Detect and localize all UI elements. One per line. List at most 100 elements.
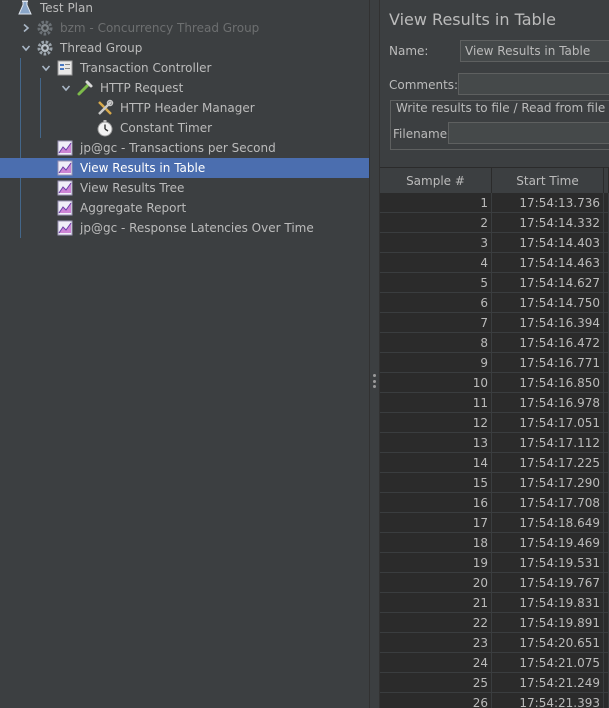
table-row[interactable]: 18 17:54:19.469: [380, 533, 609, 553]
table-row[interactable]: 7 17:54:16.394: [380, 313, 609, 333]
sample-number-cell: 23: [380, 633, 492, 653]
start-time-cell: 17:54:19.531: [492, 553, 604, 573]
table-row[interactable]: 14 17:54:17.225: [380, 453, 609, 473]
start-time-cell: 17:54:16.850: [492, 373, 604, 393]
chevron-right-icon[interactable]: [20, 18, 32, 38]
column-header-next[interactable]: [604, 168, 609, 193]
next-column-cell: [604, 313, 609, 333]
tree-item-label: Transaction Controller: [80, 61, 212, 75]
stopwatch-icon: [96, 119, 114, 137]
start-time-cell: 17:54:13.736: [492, 193, 604, 213]
table-row[interactable]: 17 17:54:18.649: [380, 513, 609, 533]
tree-item[interactable]: HTTP Request: [0, 78, 369, 98]
tree-item-label: HTTP Header Manager: [120, 101, 255, 115]
next-column-cell: [604, 653, 609, 673]
table-row[interactable]: 15 17:54:17.290: [380, 473, 609, 493]
wrench-screwdriver-icon: [96, 99, 114, 117]
table-row[interactable]: 8 17:54:16.472: [380, 333, 609, 353]
sample-number-cell: 22: [380, 613, 492, 633]
start-time-cell: 17:54:14.332: [492, 213, 604, 233]
table-row[interactable]: 5 17:54:14.627: [380, 273, 609, 293]
chevron-down-icon[interactable]: [20, 38, 32, 58]
tree-item[interactable]: Aggregate Report: [0, 198, 369, 218]
next-column-cell: [604, 413, 609, 433]
split-pane-divider[interactable]: [369, 0, 380, 708]
graph-listener-icon: [56, 139, 74, 157]
table-row[interactable]: 25 17:54:21.249: [380, 673, 609, 693]
start-time-cell: 17:54:16.394: [492, 313, 604, 333]
table-row[interactable]: 20 17:54:19.767: [380, 573, 609, 593]
next-column-cell: [604, 473, 609, 493]
sample-number-cell: 15: [380, 473, 492, 493]
next-column-cell: [604, 593, 609, 613]
tree-item[interactable]: jp@gc - Transactions per Second: [0, 138, 369, 158]
test-plan-tree[interactable]: Test Plan bzm - Concurrency Thread Group T…: [0, 0, 369, 708]
next-column-cell: [604, 493, 609, 513]
tree-item[interactable]: Constant Timer: [0, 118, 369, 138]
comments-input[interactable]: [458, 73, 609, 95]
tree-item-label: Thread Group: [60, 41, 143, 55]
tree-item-label: jp@gc - Transactions per Second: [80, 141, 276, 155]
column-header-start-time[interactable]: Start Time: [492, 168, 604, 193]
tree-item[interactable]: Test Plan: [0, 0, 369, 18]
column-header-sample[interactable]: Sample #: [380, 168, 492, 193]
tree-item[interactable]: bzm - Concurrency Thread Group: [0, 18, 369, 38]
next-column-cell: [604, 373, 609, 393]
next-column-cell: [604, 453, 609, 473]
chevron-down-icon[interactable]: [40, 58, 52, 78]
table-row[interactable]: 21 17:54:19.831: [380, 593, 609, 613]
table-header: Sample # Start Time: [380, 167, 609, 194]
tree-item[interactable]: jp@gc - Response Latencies Over Time: [0, 218, 369, 238]
table-row[interactable]: 26 17:54:21.393: [380, 693, 609, 708]
table-row[interactable]: 10 17:54:16.850: [380, 373, 609, 393]
tree-item-label: View Results in Table: [80, 161, 206, 175]
next-column-cell: [604, 573, 609, 593]
table-row[interactable]: 24 17:54:21.075: [380, 653, 609, 673]
start-time-cell: 17:54:19.767: [492, 573, 604, 593]
controller-icon: [56, 59, 74, 77]
next-column-cell: [604, 513, 609, 533]
panel-title: View Results in Table: [389, 10, 556, 29]
table-row[interactable]: 23 17:54:20.651: [380, 633, 609, 653]
sample-number-cell: 19: [380, 553, 492, 573]
next-column-cell: [604, 353, 609, 373]
table-row[interactable]: 13 17:54:17.112: [380, 433, 609, 453]
table-row[interactable]: 1 17:54:13.736: [380, 193, 609, 213]
table-row[interactable]: 3 17:54:14.403: [380, 233, 609, 253]
start-time-cell: 17:54:21.393: [492, 693, 604, 708]
tree-item[interactable]: View Results Tree: [0, 178, 369, 198]
table-row[interactable]: 4 17:54:14.463: [380, 253, 609, 273]
table-row[interactable]: 16 17:54:17.708: [380, 493, 609, 513]
start-time-cell: 17:54:14.463: [492, 253, 604, 273]
next-column-cell: [604, 393, 609, 413]
divider-grip-icon[interactable]: [373, 374, 376, 388]
table-row[interactable]: 2 17:54:14.332: [380, 213, 609, 233]
table-row[interactable]: 6 17:54:14.750: [380, 293, 609, 313]
filename-input[interactable]: [448, 122, 609, 144]
tree-item[interactable]: Transaction Controller: [0, 58, 369, 78]
table-row[interactable]: 9 17:54:16.771: [380, 353, 609, 373]
start-time-cell: 17:54:17.290: [492, 473, 604, 493]
name-input[interactable]: [460, 40, 609, 62]
sample-number-cell: 25: [380, 673, 492, 693]
table-row[interactable]: 22 17:54:19.891: [380, 613, 609, 633]
comments-label: Comments:: [389, 78, 459, 92]
sample-number-cell: 6: [380, 293, 492, 313]
sample-number-cell: 8: [380, 333, 492, 353]
sample-number-cell: 1: [380, 193, 492, 213]
table-row[interactable]: 12 17:54:17.051: [380, 413, 609, 433]
flask-icon: [16, 0, 34, 17]
table-row[interactable]: 11 17:54:16.978: [380, 393, 609, 413]
chevron-down-icon[interactable]: [60, 78, 72, 98]
start-time-cell: 17:54:17.225: [492, 453, 604, 473]
tree-item-label: jp@gc - Response Latencies Over Time: [80, 221, 314, 235]
tree-item[interactable]: HTTP Header Manager: [0, 98, 369, 118]
pipette-icon: [76, 79, 94, 97]
tree-item[interactable]: View Results in Table: [0, 158, 369, 178]
sample-number-cell: 5: [380, 273, 492, 293]
table-row[interactable]: 19 17:54:19.531: [380, 553, 609, 573]
sample-number-cell: 4: [380, 253, 492, 273]
gear-icon: [36, 19, 54, 37]
tree-item[interactable]: Thread Group: [0, 38, 369, 58]
graph-listener-icon: [56, 179, 74, 197]
